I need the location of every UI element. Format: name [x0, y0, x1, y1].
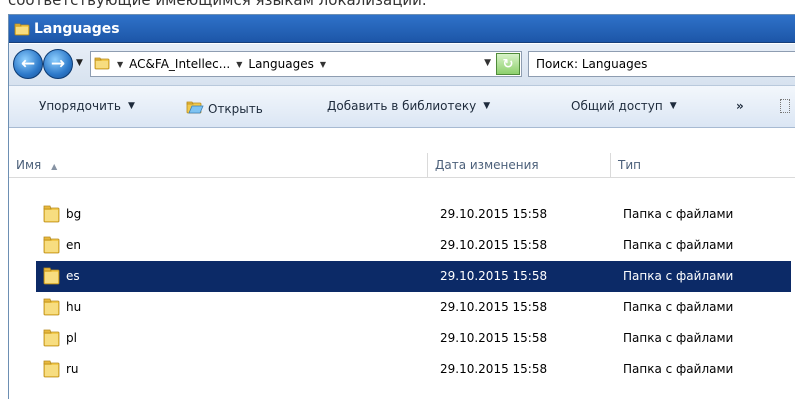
breadcrumb-separator-icon[interactable]: ▼ — [236, 60, 242, 69]
file-date: 29.10.2015 15:58 — [440, 238, 548, 252]
file-date: 29.10.2015 15:58 — [440, 269, 548, 283]
folder-icon — [43, 328, 61, 348]
file-type: Папка с файлами — [623, 362, 734, 376]
organize-button[interactable]: Упорядочить ▼ — [39, 99, 135, 113]
folder-icon — [14, 21, 30, 37]
open-label: Открыть — [208, 101, 263, 116]
breadcrumb-segment-parent[interactable]: AC&FA_Intellec... — [129, 57, 230, 71]
folder-icon — [43, 297, 61, 317]
back-arrow-icon[interactable]: ← — [13, 49, 43, 79]
history-dropdown-icon[interactable]: ▼ — [76, 58, 83, 68]
column-name-label: Имя — [16, 158, 42, 172]
column-type-label: Тип — [618, 158, 641, 172]
address-row: ← → ▼ ▼ AC&FA_Intellec... ▼ Languages ▼ … — [9, 44, 795, 86]
more-label: » — [736, 99, 744, 113]
column-header-name[interactable]: Имя ▲ — [9, 153, 428, 178]
file-name: pl — [66, 331, 77, 345]
address-bar[interactable]: ▼ AC&FA_Intellec... ▼ Languages ▼ ▼ ↻ — [90, 51, 522, 77]
column-header-type[interactable]: Тип — [611, 153, 795, 178]
file-type: Папка с файлами — [623, 238, 734, 252]
file-row[interactable]: en 29.10.2015 15:58 Папка с файлами — [36, 230, 791, 261]
top-text: соответствующие имеющимся языкам локализ… — [8, 0, 427, 9]
command-bar: Упорядочить ▼ Открыть Добавить в библиот… — [9, 86, 795, 128]
file-type: Папка с файлами — [623, 300, 734, 314]
chevron-down-icon: ▼ — [483, 101, 491, 111]
file-date: 29.10.2015 15:58 — [440, 362, 548, 376]
file-row[interactable]: pl 29.10.2015 15:58 Папка с файлами — [36, 323, 791, 354]
file-name: en — [66, 238, 81, 252]
view-options-icon[interactable] — [780, 99, 790, 113]
file-row-selected[interactable]: es 29.10.2015 15:58 Папка с файлами — [36, 261, 791, 292]
folder-icon — [43, 359, 61, 379]
breadcrumb-segment-current[interactable]: Languages — [248, 57, 313, 71]
open-folder-icon — [186, 99, 204, 118]
file-date: 29.10.2015 15:58 — [440, 331, 548, 345]
explorer-window: Languages ← → ▼ ▼ AC&FA_Intellec... ▼ La… — [8, 14, 795, 399]
sort-ascending-icon: ▲ — [51, 162, 58, 171]
file-type: Папка с файлами — [623, 207, 734, 221]
file-type: Папка с файлами — [623, 331, 734, 345]
file-row[interactable]: ru 29.10.2015 15:58 Папка с файлами — [36, 354, 791, 385]
open-button[interactable]: Открыть — [186, 99, 263, 118]
column-header-date[interactable]: Дата изменения — [428, 153, 611, 178]
more-button[interactable]: » — [736, 99, 744, 113]
share-label: Общий доступ — [571, 99, 663, 113]
folder-icon — [43, 204, 61, 224]
file-row[interactable]: bg 29.10.2015 15:58 Папка с файлами — [36, 199, 791, 230]
file-name: es — [66, 269, 80, 283]
forward-arrow-icon[interactable]: → — [43, 49, 73, 79]
search-input[interactable]: Поиск: Languages — [528, 51, 795, 77]
file-name: bg — [66, 207, 82, 221]
share-button[interactable]: Общий доступ ▼ — [571, 99, 677, 113]
folder-icon — [43, 266, 61, 286]
file-name: ru — [66, 362, 79, 376]
refresh-icon[interactable]: ↻ — [496, 53, 520, 75]
file-row[interactable]: hu 29.10.2015 15:58 Папка с файлами — [36, 292, 791, 323]
breadcrumb-separator-icon[interactable]: ▼ — [117, 60, 123, 69]
folder-icon — [94, 55, 110, 74]
organize-label: Упорядочить — [39, 99, 121, 113]
file-date: 29.10.2015 15:58 — [440, 300, 548, 314]
title-bar[interactable]: Languages — [9, 15, 795, 43]
file-date: 29.10.2015 15:58 — [440, 207, 548, 221]
add-to-library-button[interactable]: Добавить в библиотеку ▼ — [327, 99, 490, 113]
column-date-label: Дата изменения — [435, 158, 539, 172]
search-placeholder: Поиск: Languages — [536, 57, 648, 71]
folder-icon — [43, 235, 61, 255]
library-label: Добавить в библиотеку — [327, 99, 477, 113]
address-dropdown-icon[interactable]: ▼ — [484, 58, 491, 68]
file-type: Папка с файлами — [623, 269, 734, 283]
window-title: Languages — [34, 21, 120, 37]
breadcrumb-separator-icon[interactable]: ▼ — [320, 60, 326, 69]
file-name: hu — [66, 300, 82, 314]
chevron-down-icon: ▼ — [669, 101, 677, 111]
chevron-down-icon: ▼ — [127, 101, 135, 111]
column-header-row: Имя ▲ Дата изменения Тип — [9, 153, 795, 178]
